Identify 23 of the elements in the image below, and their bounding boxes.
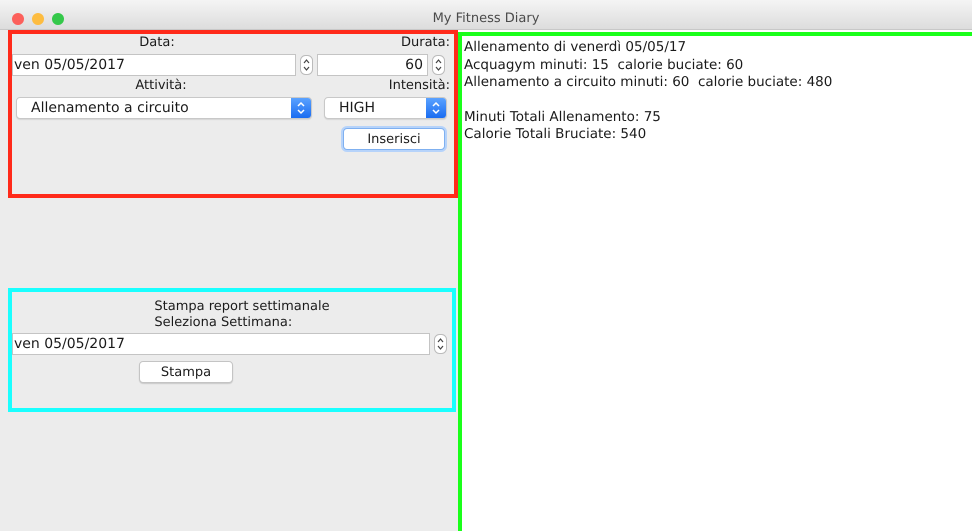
report-line: Allenamento a circuito minuti: 60 calorie buciate: 480 xyxy=(464,74,834,92)
window-title: My Fitness Diary xyxy=(432,11,540,26)
week-label: Seleziona Settimana: xyxy=(154,315,294,331)
intensity-label: Intensità: xyxy=(388,78,450,94)
activity-label: Attività: xyxy=(135,78,187,94)
date-field[interactable]: ven 05/05/2017 xyxy=(12,54,296,76)
intensity-dropdown[interactable]: HIGH xyxy=(324,97,447,119)
duration-field[interactable]: 60 xyxy=(317,54,428,76)
insert-button[interactable]: Inserisci xyxy=(343,128,445,150)
spinner-icon[interactable] xyxy=(434,334,447,354)
spinner-icon[interactable] xyxy=(432,55,445,75)
activity-dropdown[interactable]: Allenamento a circuito xyxy=(16,97,312,119)
report-line: Allenamento di venerdì 05/05/17 xyxy=(464,39,688,56)
report-line: Acquagym minuti: 15 calorie buciate: 60 xyxy=(464,56,744,74)
week-field[interactable]: ven 05/05/2017 xyxy=(12,333,430,355)
report-title: Stampa report settimanale xyxy=(154,299,330,315)
total-line: Calorie Totali Bruciate: 540 xyxy=(464,126,648,144)
total-line: Minuti Totali Allenamento: 75 xyxy=(464,108,662,126)
spinner-icon[interactable] xyxy=(300,55,313,75)
duration-label: Durata: xyxy=(400,35,450,51)
close-button[interactable] xyxy=(12,13,24,25)
print-button[interactable]: Stampa xyxy=(139,361,233,383)
date-label: Data: xyxy=(139,35,175,51)
